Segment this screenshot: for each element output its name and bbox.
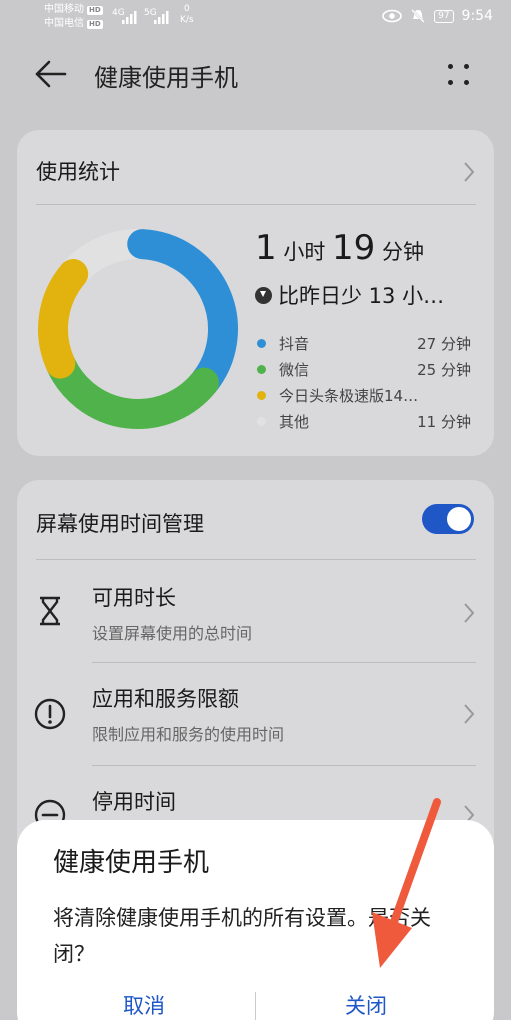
row-title: 停用时间 [92,790,176,814]
carrier-1: 中国移动 [44,4,84,15]
cancel-button[interactable]: 取消 [29,990,259,1020]
clock: 9:54 [461,8,493,24]
legend-dot [257,338,266,348]
donut-segment [46,350,219,429]
usage-stats-card[interactable]: 使用统计 1 小时 19 分钟 比昨日少 13 小… 抖音 27 分钟 微信 2… [17,130,494,456]
signal-icon-2 [154,11,169,24]
screen-time-title: 屏幕使用时间管理 [36,512,204,536]
usage-stats-title: 使用统计 [36,160,120,184]
chevron-right-icon [464,603,475,623]
battery-indicator: 97 [434,9,454,23]
confirm-dialog: 健康使用手机 将清除健康使用手机的所有设置。是否关闭？ 取消 关闭 [17,820,494,1020]
compare-yesterday: 比昨日少 13 小… [255,280,444,310]
row-title: 可用时长 [92,586,176,610]
status-right: 97 9:54 [382,8,493,24]
settings-row-available-time[interactable]: 可用时长 设置屏幕使用的总时间 [17,560,494,662]
usage-donut-chart [38,229,238,429]
page-title: 健康使用手机 [94,64,238,92]
status-bar: 中国移动 HD 中国电信 HD 4G 5G 0 K/s 97 9:54 [0,0,511,36]
total-usage-time: 1 小时 19 分钟 [255,228,424,268]
carrier-info: 中国移动 HD 中国电信 HD [44,3,103,31]
settings-row-app-limits[interactable]: 应用和服务限额 限制应用和服务的使用时间 [17,663,494,765]
usage-legend: 抖音 27 分钟 微信 25 分钟 今日头条极速版14… 其他 11 分钟 [257,330,471,434]
legend-dot [257,364,266,374]
legend-item: 今日头条极速版14… [257,382,471,408]
mute-bell-icon [411,9,425,23]
row-subtitle: 设置屏幕使用的总时间 [92,624,253,643]
app-bar: 健康使用手机 [0,50,511,98]
hd-badge-1: HD [87,5,103,15]
legend-dot [257,390,266,400]
divider [36,204,476,205]
close-button[interactable]: 关闭 [251,990,481,1020]
chevron-right-icon [464,162,475,182]
carrier-2: 中国电信 [44,18,84,29]
hourglass-icon [40,596,60,626]
screen-time-card: 屏幕使用时间管理 可用时长 设置屏幕使用的总时间 应用和服务限额 限制应用和服务… [17,480,494,860]
dialog-message: 将清除健康使用手机的所有设置。是否关闭？ [53,906,431,966]
legend-item: 抖音 27 分钟 [257,330,471,356]
signal-icon-1 [122,11,137,24]
back-arrow-icon[interactable] [34,58,68,90]
arrow-down-circle-icon [255,286,272,304]
screen-time-toggle[interactable] [422,504,474,534]
toggle-knob [447,507,471,531]
net-speed: 0 K/s [180,4,194,25]
donut-segment [127,229,238,397]
more-options-icon[interactable] [446,62,472,88]
chevron-right-icon [464,704,475,724]
exclamation-circle-icon [34,698,66,730]
legend-item: 微信 25 分钟 [257,356,471,382]
legend-dot [257,416,266,426]
row-title: 应用和服务限额 [92,687,239,711]
legend-item: 其他 11 分钟 [257,408,471,434]
dialog-title: 健康使用手机 [53,848,210,878]
row-subtitle: 限制应用和服务的使用时间 [92,725,285,744]
donut-segment [38,259,89,379]
hd-badge-2: HD [87,19,103,29]
eye-icon [382,9,402,23]
